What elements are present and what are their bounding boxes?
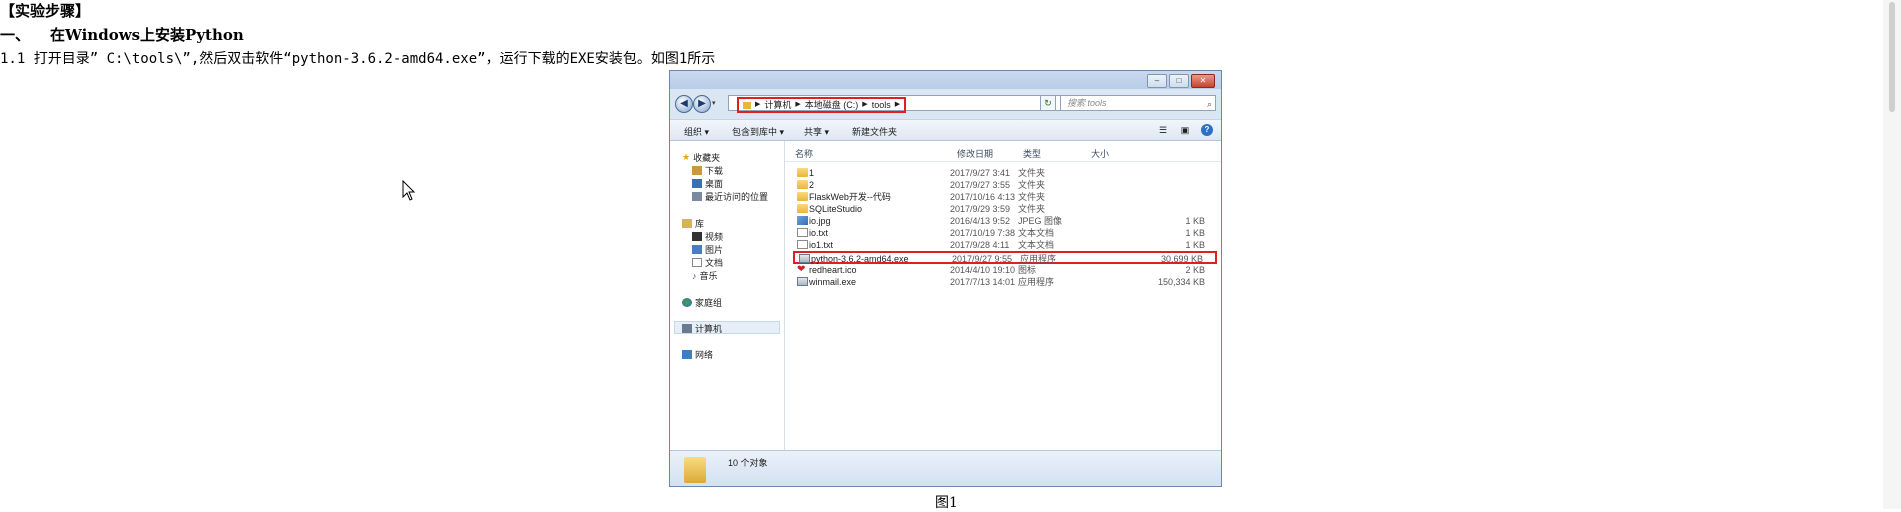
music-icon: ♪ (692, 270, 697, 281)
network-icon (682, 350, 692, 359)
heart-icon: ❤ (797, 264, 806, 275)
downloads-icon (692, 166, 702, 175)
chevron-right-icon: ▶ (862, 101, 868, 108)
nav-pictures[interactable]: 图片 (692, 243, 723, 256)
section-heading: 【实验步骤】 (0, 2, 91, 20)
file-row[interactable]: winmail.exe 2017/7/13 14:01 应用程序 150,334 KB (793, 276, 1217, 288)
nav-documents[interactable]: 文档 (692, 256, 723, 269)
nav-music[interactable]: ♪ 音乐 (692, 269, 718, 282)
file-row-highlighted[interactable]: python-3.6.2-amd64.exe 2017/9/27 9:55 应用程序… (793, 251, 1217, 264)
forward-icon[interactable]: ▶ (693, 95, 711, 113)
nav-homegroup[interactable]: 家庭组 (682, 296, 722, 309)
view-options-icon[interactable]: ☰ (1157, 124, 1169, 136)
file-row[interactable]: io.txt 2017/10/19 7:38 文本文档 1 KB (793, 227, 1217, 239)
help-icon[interactable]: ? (1201, 124, 1213, 136)
step-instruction: 1.1 打开目录” C:\tools\”,然后双击软件“python-3.6.2… (0, 51, 716, 67)
file-row[interactable]: SQLiteStudio 2017/9/29 3:59 文件夹 (793, 203, 1217, 215)
chevron-right-icon: ▶ (795, 101, 801, 108)
file-row[interactable]: io1.txt 2017/9/28 4:11 文本文档 1 KB (793, 239, 1217, 251)
history-dropdown-icon[interactable]: ▾ (712, 99, 716, 107)
column-name[interactable]: 名称 (795, 147, 813, 160)
installer-icon (799, 254, 810, 263)
file-row[interactable]: 1 2017/9/27 3:41 文件夹 (793, 167, 1217, 179)
recent-places-icon (692, 192, 702, 201)
status-bar: 10 个对象 (670, 450, 1221, 486)
documents-icon (692, 258, 702, 267)
nav-recent[interactable]: 最近访问的位置 (692, 190, 768, 203)
organize-button[interactable]: 组织 ▾ (684, 125, 709, 138)
folder-icon (743, 101, 751, 109)
nav-libraries[interactable]: 库 (682, 217, 704, 230)
back-icon[interactable]: ◀ (675, 95, 693, 113)
homegroup-icon (682, 298, 692, 307)
chevron-right-icon: ▶ (894, 101, 901, 108)
file-row[interactable]: FlaskWeb开发--代码 2017/10/16 4:13 文件夹 (793, 191, 1217, 203)
nav-videos[interactable]: 视频 (692, 230, 723, 243)
folder-icon (684, 457, 706, 483)
library-icon (682, 219, 692, 228)
nav-favorites[interactable]: ★ 收藏夹 (682, 151, 720, 164)
chevron-right-icon: ▶ (755, 101, 761, 108)
section-subheading: 一、 在Windows上安装Python (0, 24, 244, 45)
item-count: 10 个对象 (728, 458, 768, 468)
column-size[interactable]: 大小 (1091, 147, 1109, 160)
mouse-cursor-icon (402, 180, 416, 201)
navigation-pane: ★ 收藏夹 下载 桌面 最近访问的位置 库 视频 图片 文档 ♪ 音乐 家庭组 计算… (670, 141, 785, 450)
new-folder-button[interactable]: 新建文件夹 (852, 125, 897, 138)
address-bar[interactable]: ▶ 计算机 ▶ 本地磁盘 (C:) ▶ tools ▶ ▼ (728, 95, 1086, 113)
nav-desktop[interactable]: 桌面 (692, 177, 723, 190)
breadcrumb-computer[interactable]: 计算机 (764, 100, 791, 110)
close-icon[interactable]: ✕ (1191, 74, 1215, 88)
computer-icon (682, 324, 692, 333)
search-icon[interactable]: ⌕ (1207, 97, 1212, 111)
scrollbar-thumb[interactable] (1889, 2, 1895, 112)
breadcrumb-local-disk[interactable]: 本地磁盘 (C:) (805, 100, 859, 110)
search-placeholder: 搜索 tools (1067, 98, 1107, 108)
column-type[interactable]: 类型 (1023, 147, 1041, 160)
text-file-icon (797, 240, 808, 249)
address-row: ◀ ▶ ▾ ▶ 计算机 ▶ 本地磁盘 (C:) ▶ tools ▶ ▼ ↻ 搜索… (670, 89, 1221, 119)
column-date[interactable]: 修改日期 (957, 147, 993, 160)
nav-computer[interactable]: 计算机 (682, 322, 722, 335)
search-input[interactable]: 搜索 tools ⌕ (1060, 95, 1216, 111)
pictures-icon (692, 245, 702, 254)
minimize-icon[interactable]: – (1147, 74, 1167, 88)
include-in-library-button[interactable]: 包含到库中 ▾ (732, 125, 784, 138)
nav-network[interactable]: 网络 (682, 348, 713, 361)
breadcrumb-tools[interactable]: tools (872, 100, 891, 110)
file-row[interactable]: 2 2017/9/27 3:55 文件夹 (793, 179, 1217, 191)
image-file-icon (797, 216, 808, 225)
title-bar: – □ ✕ (670, 71, 1221, 89)
file-row[interactable]: io.jpg 2016/4/13 9:52 JPEG 图像 1 KB (793, 215, 1217, 227)
preview-pane-icon[interactable]: ▣ (1179, 124, 1191, 136)
page-scrollbar[interactable] (1883, 0, 1901, 509)
folder-icon (797, 192, 808, 201)
nav-downloads[interactable]: 下载 (692, 164, 723, 177)
folder-icon (797, 204, 808, 213)
explorer-window-figure: – □ ✕ ◀ ▶ ▾ ▶ 计算机 ▶ 本地磁盘 (C:) ▶ tools ▶ … (669, 70, 1222, 487)
section-title: 在Windows上安装Python (50, 26, 244, 44)
folder-icon (797, 180, 808, 189)
desktop-icon (692, 179, 702, 188)
figure-caption: 图1 (935, 495, 958, 511)
file-list: 名称 修改日期 类型 大小 1 2017/9/27 3:41 文件夹 2 2017/9… (785, 141, 1221, 450)
text-file-icon (797, 228, 808, 237)
breadcrumb: ▶ 计算机 ▶ 本地磁盘 (C:) ▶ tools ▶ (737, 97, 907, 113)
refresh-icon[interactable]: ↻ (1040, 95, 1056, 111)
folder-icon (797, 168, 808, 177)
video-icon (692, 232, 702, 241)
star-icon: ★ (682, 152, 691, 162)
maximize-icon[interactable]: □ (1169, 74, 1189, 88)
command-toolbar: 组织 ▾ 包含到库中 ▾ 共享 ▾ 新建文件夹 ☰ ▣ ? (670, 119, 1221, 141)
file-row[interactable]: ❤ redheart.ico 2014/4/10 19:10 图标 2 KB (793, 264, 1217, 276)
section-number: 一、 (0, 26, 31, 44)
application-icon (797, 277, 808, 286)
share-button[interactable]: 共享 ▾ (804, 125, 829, 138)
